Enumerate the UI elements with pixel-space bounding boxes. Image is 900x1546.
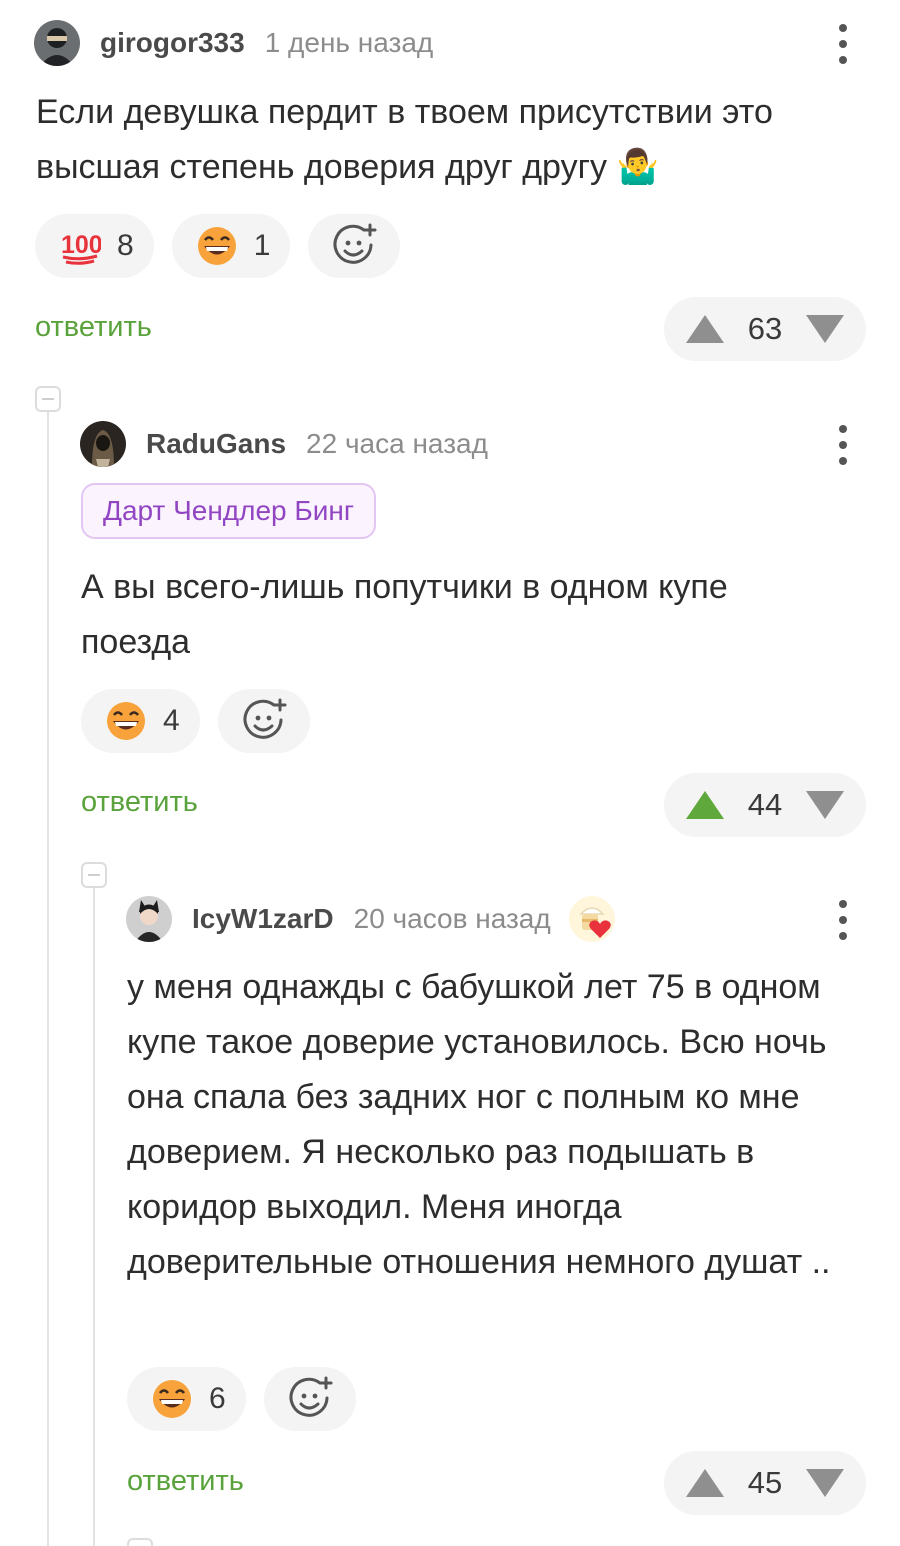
reaction-count: 8	[117, 229, 134, 262]
more-options-icon[interactable]	[838, 24, 848, 64]
thread-line-level-1	[47, 412, 49, 1546]
username[interactable]: girogor333	[100, 27, 245, 59]
reaction-count: 1	[253, 229, 271, 262]
shrug-emoji-icon: 🤷‍♂️	[616, 148, 659, 186]
reaction-hundred-points[interactable]: 100 8	[35, 214, 154, 278]
add-emoji-icon	[333, 223, 377, 264]
avatar[interactable]	[80, 421, 126, 467]
vote-control: 44	[664, 773, 866, 837]
comment-text: Если девушка пердит в твоем присутствии …	[36, 93, 773, 186]
add-emoji-icon	[243, 698, 287, 739]
upvote-icon[interactable]	[686, 1469, 724, 1497]
reactions-bar: 4	[81, 689, 310, 753]
vote-control: 45	[664, 1451, 866, 1515]
reply-button[interactable]: ответить	[35, 311, 152, 344]
score: 44	[747, 787, 783, 822]
add-reaction-button[interactable]	[217, 689, 310, 753]
collapse-thread-button[interactable]	[81, 862, 107, 888]
reaction-grinning-face[interactable]: 1	[171, 214, 291, 278]
reply-button[interactable]: ответить	[81, 786, 198, 819]
comment-header: RaduGans 22 часа назад	[80, 419, 488, 469]
upvote-icon[interactable]	[686, 315, 724, 343]
avatar[interactable]	[34, 20, 80, 66]
grinning-face-icon	[107, 702, 145, 740]
add-reaction-button[interactable]	[263, 1367, 356, 1431]
svg-text:100: 100	[61, 231, 101, 259]
vote-control: 63	[664, 297, 866, 361]
thread-line-level-2	[93, 888, 95, 1546]
collapse-thread-button[interactable]	[127, 1538, 153, 1546]
score: 45	[747, 1465, 783, 1500]
reactions-bar: 6	[127, 1367, 356, 1431]
grinning-face-icon	[197, 227, 236, 265]
timestamp: 22 часа назад	[306, 428, 488, 459]
comments-page: girogor333 1 день назад Если девушка пер…	[0, 0, 900, 1546]
comment-header: IcyW1zarD 20 часов назад	[126, 894, 617, 944]
comment-text: А вы всего-лишь попутчики в одном купе п…	[81, 568, 728, 661]
comment-text: у меня однажды с бабушкой лет 75 в одном…	[127, 968, 831, 1281]
user-tag[interactable]: Дарт Чендлер Бинг	[81, 483, 377, 539]
add-emoji-icon	[289, 1376, 333, 1417]
upvote-icon[interactable]	[686, 791, 724, 819]
reply-button[interactable]: ответить	[127, 1465, 244, 1498]
downvote-icon[interactable]	[805, 791, 844, 819]
score: 63	[747, 311, 783, 346]
username[interactable]: IcyW1zarD	[192, 903, 334, 935]
add-reaction-button[interactable]	[308, 214, 401, 278]
grinning-face-icon	[153, 1380, 191, 1418]
collapse-thread-button[interactable]	[35, 386, 61, 412]
more-options-icon[interactable]	[838, 900, 848, 940]
avatar[interactable]	[126, 896, 172, 942]
reaction-grinning-face[interactable]: 6	[127, 1367, 246, 1431]
downvote-icon[interactable]	[805, 315, 844, 343]
downvote-icon[interactable]	[805, 1469, 844, 1497]
reaction-count: 4	[163, 704, 180, 737]
more-options-icon[interactable]	[838, 425, 848, 465]
timestamp: 1 день назад	[264, 27, 434, 58]
comment-header: girogor333 1 день назад	[34, 18, 433, 68]
timestamp: 20 часов назад	[353, 903, 551, 934]
username[interactable]: RaduGans	[146, 428, 286, 460]
reactions-bar: 100 8 1	[35, 214, 401, 278]
reaction-count: 6	[209, 1382, 226, 1415]
hundred-points-icon: 100	[61, 231, 101, 265]
cake-heart-badge-icon	[568, 896, 615, 942]
reaction-grinning-face[interactable]: 4	[81, 689, 200, 753]
